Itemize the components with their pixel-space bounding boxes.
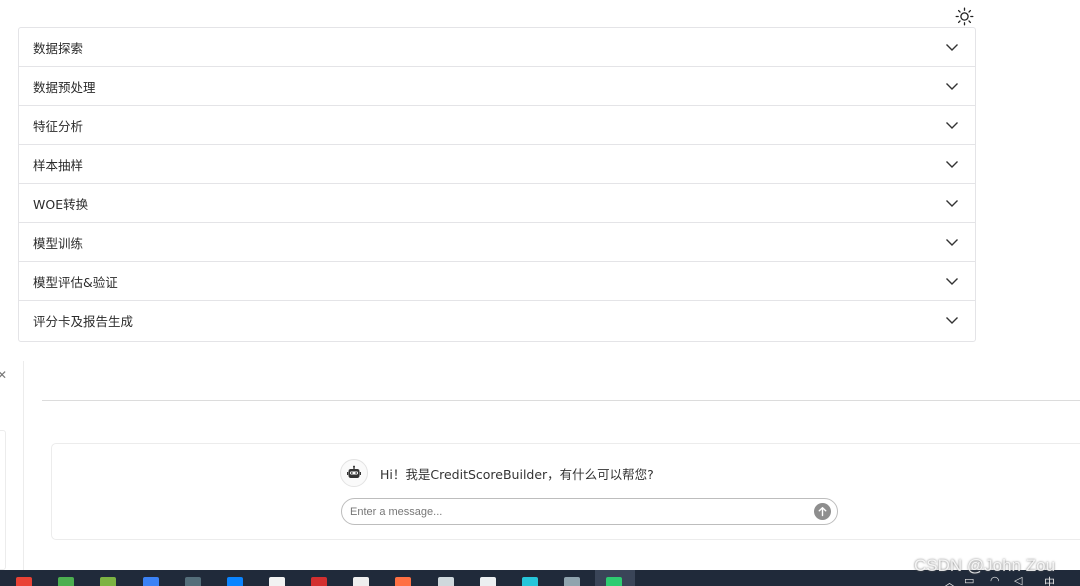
bot-greeting-text: Hi！我是CreditScoreBuilder，有什么可以帮您? — [380, 466, 654, 482]
vscode-icon[interactable] — [227, 577, 243, 586]
chevron-down-icon — [946, 160, 958, 168]
paint-app-icon[interactable] — [564, 577, 580, 586]
sidebar-divider — [23, 361, 24, 571]
chrome-icon[interactable] — [16, 577, 32, 586]
content-divider — [42, 400, 1080, 401]
firefox-icon[interactable] — [395, 577, 411, 586]
sidebar-close-icon[interactable]: ✕ — [0, 368, 7, 382]
accordion-item-woe-transform[interactable]: WOE转换 — [19, 184, 975, 223]
chevron-down-icon — [946, 277, 958, 285]
watermark-text: CSDN @John Zou — [914, 556, 1056, 575]
accordion-item-sampling[interactable]: 样本抽样 — [19, 145, 975, 184]
github-icon[interactable] — [269, 577, 285, 586]
terminal-app-icon[interactable] — [353, 577, 369, 586]
office-app-icon[interactable] — [311, 577, 327, 586]
chevron-down-icon — [946, 82, 958, 90]
monitor-app-icon[interactable] — [438, 577, 454, 586]
todo-app-icon[interactable] — [143, 577, 159, 586]
accordion-item-label: 样本抽样 — [33, 157, 84, 173]
ide-app-icon[interactable] — [185, 577, 201, 586]
accordion-item-label: 数据探索 — [33, 40, 84, 56]
accordion-item-label: WOE转换 — [33, 196, 89, 212]
arrow-up-icon — [818, 507, 827, 517]
chevron-down-icon — [946, 199, 958, 207]
chevron-down-icon — [946, 238, 958, 246]
wechat-icon[interactable] — [606, 577, 622, 586]
accordion-item-data-exploration[interactable]: 数据探索 — [19, 28, 975, 67]
robot-icon — [347, 465, 361, 478]
sun-icon — [955, 7, 974, 26]
accordion-item-scorecard-report[interactable]: 评分卡及报告生成 — [19, 301, 975, 340]
bot-avatar — [340, 459, 368, 487]
accordion-item-label: 模型训练 — [33, 235, 84, 251]
theme-toggle-button[interactable] — [955, 7, 974, 26]
message-input-box — [341, 498, 838, 525]
accordion-item-label: 特征分析 — [33, 118, 84, 134]
sidebar-panel-edge — [0, 430, 6, 570]
accordion-item-model-evaluation[interactable]: 模型评估&验证 — [19, 262, 975, 301]
accordion-item-label: 评分卡及报告生成 — [33, 314, 134, 329]
accordion-item-label: 数据预处理 — [33, 79, 96, 95]
accordion-item-data-preprocessing[interactable]: 数据预处理 — [19, 67, 975, 106]
security-shield-icon[interactable] — [58, 577, 74, 586]
settings-gear-icon[interactable] — [480, 577, 496, 586]
feather-app-icon[interactable] — [100, 577, 116, 586]
accordion-item-label: 模型评估&验证 — [33, 274, 118, 290]
accordion-item-model-training[interactable]: 模型训练 — [19, 223, 975, 262]
chevron-down-icon — [946, 121, 958, 129]
workflow-accordion: 数据探索 数据预处理 特征分析 样本抽样 WOE转换 模型训练 模型评估&验证 … — [18, 27, 976, 342]
chevron-down-icon — [946, 317, 958, 324]
chevron-down-icon — [946, 43, 958, 51]
bot-message: Hi！我是CreditScoreBuilder，有什么可以帮您? — [340, 459, 654, 487]
send-button[interactable] — [814, 503, 831, 520]
butterfly-app-icon[interactable] — [522, 577, 538, 586]
chat-panel — [51, 443, 1080, 540]
accordion-item-feature-analysis[interactable]: 特征分析 — [19, 106, 975, 145]
message-input[interactable] — [350, 502, 810, 522]
